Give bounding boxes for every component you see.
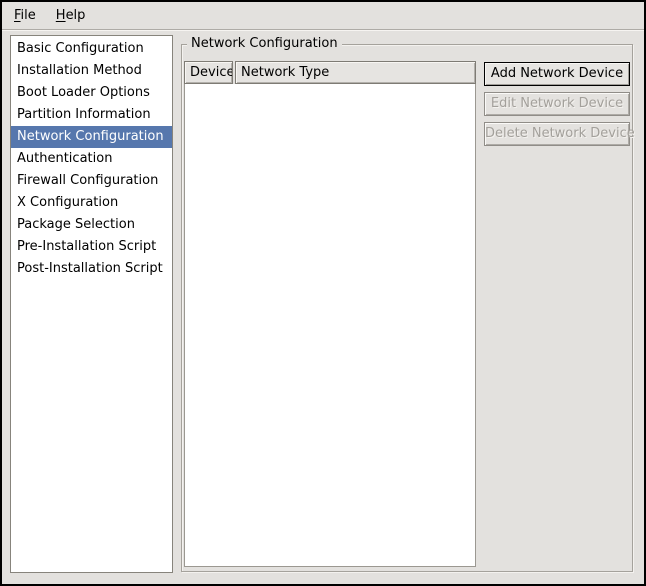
menu-item-help[interactable]: Help xyxy=(46,5,96,26)
sidebar-item-x-configuration[interactable]: X Configuration xyxy=(11,192,172,214)
application-window: FileHelp Basic ConfigurationInstallation… xyxy=(0,0,646,586)
sidebar-section-list: Basic ConfigurationInstallation MethodBo… xyxy=(10,35,173,573)
delete-network-device-button[interactable]: Delete Network Device xyxy=(484,122,630,146)
sidebar-item-firewall-configuration[interactable]: Firewall Configuration xyxy=(11,170,172,192)
sidebar-item-package-selection[interactable]: Package Selection xyxy=(11,214,172,236)
network-device-list[interactable] xyxy=(184,84,476,567)
sidebar-item-installation-method[interactable]: Installation Method xyxy=(11,60,172,82)
sidebar-item-basic-configuration[interactable]: Basic Configuration xyxy=(11,38,172,60)
sidebar-item-partition-information[interactable]: Partition Information xyxy=(11,104,172,126)
sidebar-item-authentication[interactable]: Authentication xyxy=(11,148,172,170)
sidebar-item-post-installation-script[interactable]: Post-Installation Script xyxy=(11,258,172,280)
add-network-device-button[interactable]: Add Network Device xyxy=(484,62,630,86)
column-header-network-type[interactable]: Network Type xyxy=(235,61,476,84)
sidebar-item-pre-installation-script[interactable]: Pre-Installation Script xyxy=(11,236,172,258)
menubar: FileHelp xyxy=(2,2,646,30)
column-header-device[interactable]: Device xyxy=(184,61,233,84)
sidebar-item-boot-loader-options[interactable]: Boot Loader Options xyxy=(11,82,172,104)
edit-network-device-button[interactable]: Edit Network Device xyxy=(484,92,630,116)
panel-title: Network Configuration xyxy=(187,36,342,52)
menu-item-file[interactable]: File xyxy=(4,5,46,26)
sidebar-item-network-configuration[interactable]: Network Configuration xyxy=(11,126,172,148)
